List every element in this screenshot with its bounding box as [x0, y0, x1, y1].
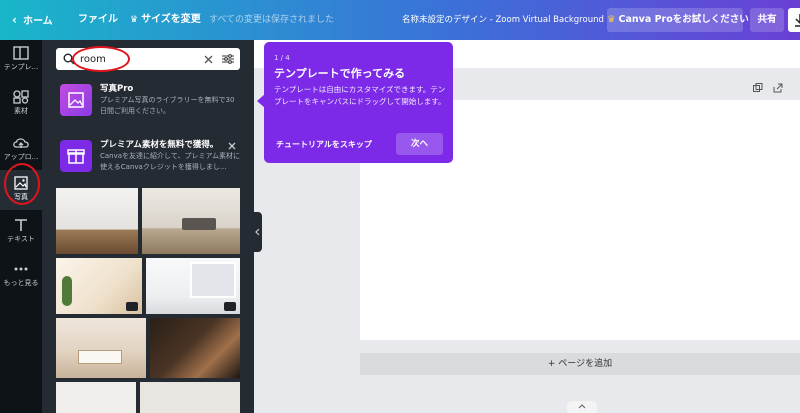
premium-crown-icon — [126, 302, 138, 311]
photo-thumbnail[interactable] — [56, 258, 142, 314]
chevron-left-icon: ‹ — [12, 13, 17, 27]
promo-title: プレミアム素材を無料で獲得。 — [100, 140, 219, 150]
promo-description: プレミアム写真のライブラリーを無料で30日間ご利用ください。 — [100, 96, 235, 115]
download-icon — [795, 14, 800, 27]
skip-tutorial-button[interactable]: チュートリアルをスキップ — [276, 139, 372, 150]
left-rail: テンプレ... 素材 アップロ... 写真 テキスト もっと見る — [0, 40, 42, 413]
filter-icon[interactable] — [222, 54, 234, 64]
panel-collapse-handle[interactable] — [254, 212, 262, 252]
shapes-icon — [13, 90, 29, 104]
resize-button[interactable]: ♛ サイズを変更 — [130, 0, 201, 40]
rail-label: もっと見る — [3, 279, 39, 287]
tooltip-step: 1 / 4 — [274, 54, 290, 62]
rail-label: 素材 — [14, 107, 28, 115]
add-page-button[interactable]: + ページを追加 — [360, 353, 800, 375]
sofa — [182, 218, 216, 230]
crown-icon: ♛ — [607, 14, 616, 25]
share-button[interactable]: 共有 — [750, 8, 784, 32]
chevron-up-icon — [578, 404, 586, 409]
promo-description: Canvaを友達に紹介して、プレミアム素材に使えるCanvaクレジットを獲得しま… — [100, 152, 240, 171]
photo-thumbnail[interactable] — [56, 188, 138, 254]
more-dots-icon — [14, 267, 28, 271]
tooltip-title: テンプレートで作ってみる — [274, 67, 406, 80]
plant — [62, 276, 72, 306]
duplicate-page-icon[interactable] — [753, 83, 763, 93]
photos-panel: 写真Pro プレミアム写真のライブラリーを無料で30日間ご利用ください。 プレミ… — [42, 40, 254, 413]
top-bar: ‹ ホーム ファイル ♛ サイズを変更 すべての変更は保存されました 名称未設定のデ… — [0, 0, 800, 40]
templates-icon — [13, 46, 29, 60]
cloud-upload-icon — [13, 138, 29, 148]
annotation-circle-search — [72, 46, 130, 72]
premium-crown-icon — [224, 302, 236, 311]
tutorial-tooltip: 1 / 4 テンプレートで作ってみる テンプレートは自由にカスタマイズできます。… — [264, 42, 453, 163]
image-icon — [60, 84, 92, 116]
bed — [78, 350, 122, 364]
promo-title: 写真Pro — [100, 84, 134, 94]
home-label: ホーム — [22, 16, 53, 27]
rail-item-elements[interactable]: 素材 — [0, 84, 42, 124]
photo-thumbnail[interactable] — [146, 258, 240, 314]
rail-item-text[interactable]: テキスト — [0, 212, 42, 252]
photo-thumbnail[interactable] — [140, 382, 240, 413]
rail-item-templates[interactable]: テンプレ... — [0, 40, 42, 80]
window — [190, 262, 236, 298]
photo-thumbnail[interactable] — [142, 188, 240, 254]
pro-label: Canva Proをお試しください — [618, 14, 749, 25]
clear-icon[interactable] — [204, 55, 213, 64]
gift-icon — [60, 140, 92, 172]
rail-item-more[interactable]: もっと見る — [0, 256, 42, 296]
crown-icon: ♛ — [130, 15, 139, 25]
rail-label: テキスト — [7, 235, 35, 243]
close-icon[interactable] — [228, 142, 236, 150]
chevron-left-icon — [255, 228, 260, 236]
text-icon — [15, 219, 27, 231]
home-button[interactable]: ‹ ホーム — [12, 0, 53, 40]
rail-label: テンプレ... — [3, 63, 39, 71]
resize-label: サイズを変更 — [141, 14, 201, 25]
next-button[interactable]: 次へ — [396, 133, 443, 155]
design-title[interactable]: 名称未設定のデザイン - Zoom Virtual Background — [402, 0, 604, 40]
promo-invite[interactable]: プレミアム素材を無料で獲得。 Canvaを友達に紹介して、プレミアム素材に使える… — [56, 136, 244, 180]
tooltip-body: テンプレートは自由にカスタマイズできます。テンプレートをキャンバスにドラッグして… — [274, 85, 446, 106]
annotation-circle-photos — [4, 163, 40, 205]
photo-thumbnail[interactable] — [56, 318, 146, 378]
file-menu[interactable]: ファイル — [78, 0, 118, 40]
promo-photos-pro[interactable]: 写真Pro プレミアム写真のライブラリーを無料で30日間ご利用ください。 — [56, 80, 244, 124]
photo-thumbnail[interactable] — [150, 318, 240, 378]
save-status: すべての変更は保存されました — [209, 15, 335, 25]
try-pro-button[interactable]: ♛ Canva Proをお試しください — [607, 8, 749, 32]
download-button[interactable] — [788, 8, 800, 32]
notes-toggle[interactable] — [567, 401, 597, 413]
photo-thumbnail[interactable] — [56, 382, 136, 413]
rail-label: アップロ... — [3, 153, 39, 161]
share-page-icon[interactable] — [773, 83, 783, 93]
